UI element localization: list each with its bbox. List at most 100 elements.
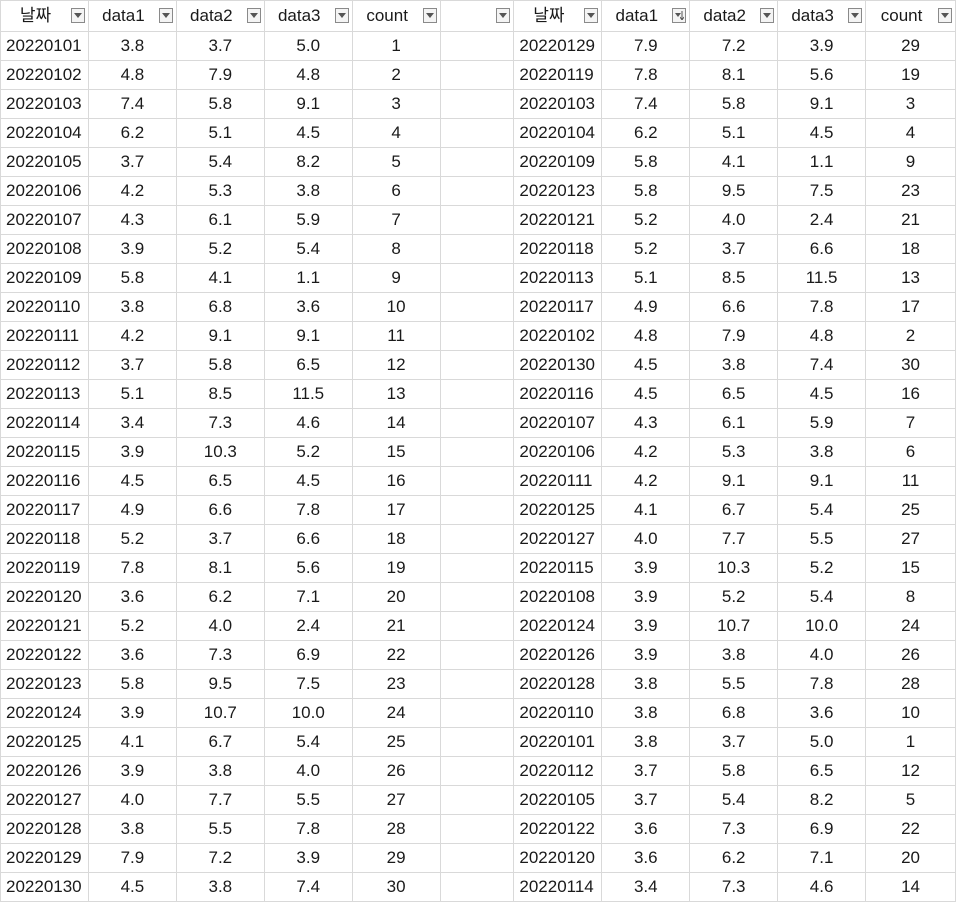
cell-right-data3[interactable]: 9.1 bbox=[777, 89, 867, 119]
cell-right-data1[interactable]: 3.6 bbox=[601, 814, 691, 844]
cell-right-data2[interactable]: 6.8 bbox=[689, 698, 779, 728]
cell-right-date[interactable]: 20220104 bbox=[513, 118, 603, 148]
cell-right-data3[interactable]: 4.6 bbox=[777, 872, 867, 902]
cell-right-count[interactable]: 22 bbox=[865, 814, 956, 844]
cell-left-data3[interactable]: 4.5 bbox=[263, 466, 353, 496]
cell-right-data2[interactable]: 8.5 bbox=[689, 263, 779, 293]
cell-left-data1[interactable]: 3.8 bbox=[87, 814, 177, 844]
cell-left-count[interactable]: 14 bbox=[351, 408, 441, 438]
cell-left-data2[interactable]: 7.9 bbox=[175, 60, 265, 90]
cell-empty[interactable] bbox=[439, 89, 515, 119]
cell-left-data1[interactable]: 5.2 bbox=[87, 611, 177, 641]
cell-left-data1[interactable]: 7.9 bbox=[87, 843, 177, 873]
cell-right-data2[interactable]: 5.4 bbox=[689, 785, 779, 815]
cell-empty[interactable] bbox=[439, 785, 515, 815]
cell-right-date[interactable]: 20220118 bbox=[513, 234, 603, 264]
cell-left-date[interactable]: 20220115 bbox=[0, 437, 89, 467]
cell-left-data3[interactable]: 5.9 bbox=[263, 205, 353, 235]
cell-right-data2[interactable]: 3.7 bbox=[689, 234, 779, 264]
cell-left-count[interactable]: 8 bbox=[351, 234, 441, 264]
cell-right-count[interactable]: 24 bbox=[865, 611, 956, 641]
cell-right-data1[interactable]: 4.2 bbox=[601, 466, 691, 496]
cell-left-data2[interactable]: 5.1 bbox=[175, 118, 265, 148]
cell-left-data2[interactable]: 7.3 bbox=[175, 408, 265, 438]
cell-right-data1[interactable]: 3.9 bbox=[601, 640, 691, 670]
cell-left-data1[interactable]: 3.8 bbox=[87, 292, 177, 322]
cell-right-date[interactable]: 20220101 bbox=[513, 727, 603, 757]
cell-left-data2[interactable]: 6.6 bbox=[175, 495, 265, 525]
cell-left-data3[interactable]: 2.4 bbox=[263, 611, 353, 641]
cell-left-data3[interactable]: 6.6 bbox=[263, 524, 353, 554]
cell-right-count[interactable]: 18 bbox=[865, 234, 956, 264]
cell-left-date[interactable]: 20220123 bbox=[0, 669, 89, 699]
cell-right-data3[interactable]: 6.9 bbox=[777, 814, 867, 844]
cell-left-data3[interactable]: 5.2 bbox=[263, 437, 353, 467]
cell-right-data3[interactable]: 5.6 bbox=[777, 60, 867, 90]
sort-descending-filter-icon[interactable] bbox=[672, 8, 687, 23]
cell-empty[interactable] bbox=[439, 350, 515, 380]
cell-left-count[interactable]: 13 bbox=[351, 379, 441, 409]
cell-left-data1[interactable]: 4.2 bbox=[87, 176, 177, 206]
cell-left-date[interactable]: 20220128 bbox=[0, 814, 89, 844]
cell-right-data2[interactable]: 5.3 bbox=[689, 437, 779, 467]
cell-left-date[interactable]: 20220130 bbox=[0, 872, 89, 902]
cell-left-date[interactable]: 20220102 bbox=[0, 60, 89, 90]
filter-dropdown-icon[interactable] bbox=[158, 8, 173, 23]
cell-right-data1[interactable]: 4.3 bbox=[601, 408, 691, 438]
cell-right-data3[interactable]: 4.5 bbox=[777, 379, 867, 409]
cell-empty[interactable] bbox=[439, 727, 515, 757]
filter-dropdown-icon[interactable] bbox=[422, 8, 437, 23]
cell-right-count[interactable]: 23 bbox=[865, 176, 956, 206]
cell-left-data2[interactable]: 4.1 bbox=[175, 263, 265, 293]
cell-left-date[interactable]: 20220107 bbox=[0, 205, 89, 235]
cell-right-count[interactable]: 30 bbox=[865, 350, 956, 380]
cell-left-data2[interactable]: 3.7 bbox=[175, 31, 265, 61]
cell-left-date[interactable]: 20220112 bbox=[0, 350, 89, 380]
cell-left-count[interactable]: 1 bbox=[351, 31, 441, 61]
cell-left-count[interactable]: 27 bbox=[351, 785, 441, 815]
cell-right-data3[interactable]: 4.8 bbox=[777, 321, 867, 351]
cell-left-data2[interactable]: 3.8 bbox=[175, 756, 265, 786]
cell-right-data1[interactable]: 6.2 bbox=[601, 118, 691, 148]
cell-right-count[interactable]: 17 bbox=[865, 292, 956, 322]
cell-empty[interactable] bbox=[439, 466, 515, 496]
cell-right-date[interactable]: 20220130 bbox=[513, 350, 603, 380]
cell-right-date[interactable]: 20220124 bbox=[513, 611, 603, 641]
cell-empty[interactable] bbox=[439, 814, 515, 844]
cell-empty[interactable] bbox=[439, 611, 515, 641]
cell-right-count[interactable]: 5 bbox=[865, 785, 956, 815]
cell-right-count[interactable]: 19 bbox=[865, 60, 956, 90]
cell-right-data3[interactable]: 9.1 bbox=[777, 466, 867, 496]
cell-empty[interactable] bbox=[439, 292, 515, 322]
cell-left-data1[interactable]: 7.8 bbox=[87, 553, 177, 583]
cell-left-data2[interactable]: 9.1 bbox=[175, 321, 265, 351]
cell-empty[interactable] bbox=[439, 205, 515, 235]
cell-empty[interactable] bbox=[439, 669, 515, 699]
cell-right-data1[interactable]: 3.8 bbox=[601, 698, 691, 728]
cell-right-count[interactable]: 28 bbox=[865, 669, 956, 699]
cell-empty[interactable] bbox=[439, 321, 515, 351]
cell-left-count[interactable]: 26 bbox=[351, 756, 441, 786]
cell-empty[interactable] bbox=[439, 147, 515, 177]
cell-left-data3[interactable]: 7.4 bbox=[263, 872, 353, 902]
cell-left-data1[interactable]: 3.6 bbox=[87, 582, 177, 612]
cell-right-data2[interactable]: 6.6 bbox=[689, 292, 779, 322]
cell-left-data3[interactable]: 6.9 bbox=[263, 640, 353, 670]
cell-empty[interactable] bbox=[439, 437, 515, 467]
cell-left-count[interactable]: 24 bbox=[351, 698, 441, 728]
cell-left-data1[interactable]: 4.2 bbox=[87, 321, 177, 351]
cell-left-count[interactable]: 19 bbox=[351, 553, 441, 583]
cell-left-data2[interactable]: 7.7 bbox=[175, 785, 265, 815]
cell-right-data2[interactable]: 10.3 bbox=[689, 553, 779, 583]
cell-left-data3[interactable]: 4.6 bbox=[263, 408, 353, 438]
cell-right-date[interactable]: 20220110 bbox=[513, 698, 603, 728]
cell-left-count[interactable]: 3 bbox=[351, 89, 441, 119]
cell-left-data1[interactable]: 6.2 bbox=[87, 118, 177, 148]
cell-right-data2[interactable]: 6.7 bbox=[689, 495, 779, 525]
cell-left-data1[interactable]: 5.1 bbox=[87, 379, 177, 409]
cell-left-data3[interactable]: 1.1 bbox=[263, 263, 353, 293]
cell-right-data2[interactable]: 3.7 bbox=[689, 727, 779, 757]
cell-empty[interactable] bbox=[439, 582, 515, 612]
cell-right-date[interactable]: 20220121 bbox=[513, 205, 603, 235]
cell-left-date[interactable]: 20220121 bbox=[0, 611, 89, 641]
